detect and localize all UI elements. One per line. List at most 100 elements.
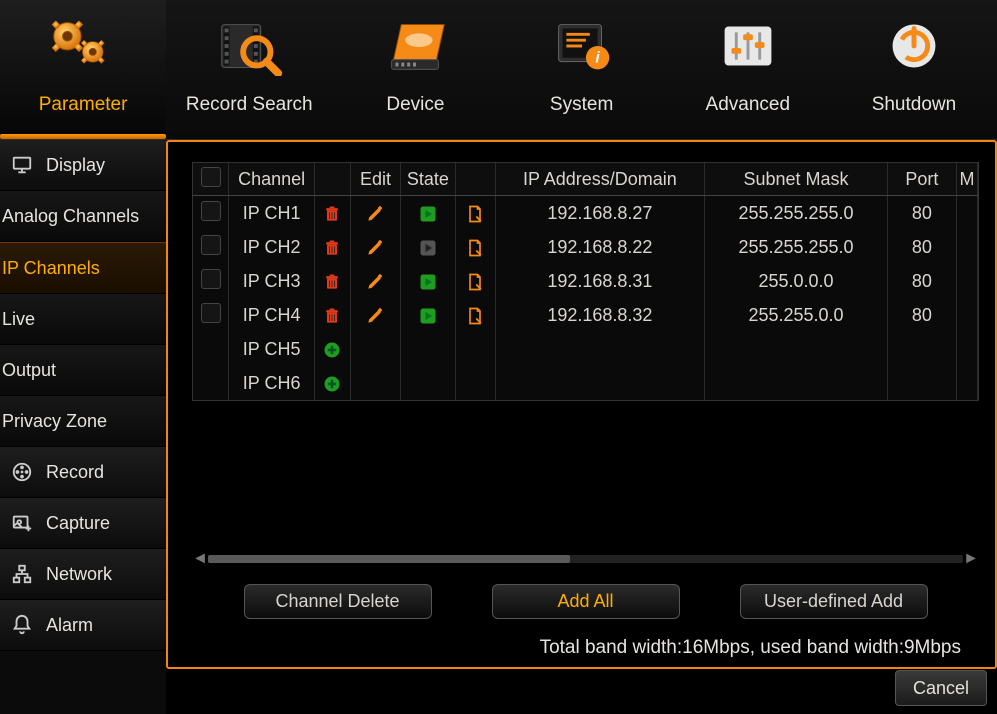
tab-label: System: [550, 94, 613, 116]
sidebar-item-privacy-zone[interactable]: Privacy Zone: [0, 396, 166, 447]
row-checkbox[interactable]: [193, 298, 229, 332]
cell-channel: IP CH1: [229, 196, 315, 231]
sidebar-item-label: Alarm: [46, 615, 93, 636]
row-checkbox[interactable]: [193, 196, 229, 231]
edit-channel-button[interactable]: [350, 264, 400, 298]
film-search-icon: [208, 14, 290, 78]
tab-record-search[interactable]: Record Search: [166, 0, 332, 139]
page-edit-button[interactable]: [455, 298, 495, 332]
sidebar-item-ip-channels[interactable]: IP Channels: [0, 242, 166, 294]
edit-channel-button[interactable]: [350, 196, 400, 231]
sidebar-item-capture[interactable]: Capture: [0, 498, 166, 549]
cell-ip: 192.168.8.22: [495, 230, 705, 264]
scroll-left-icon[interactable]: ◄: [192, 551, 208, 567]
tab-advanced[interactable]: Advanced: [665, 0, 831, 139]
sidebar-item-display[interactable]: Display: [0, 140, 166, 191]
table-header-row: Channel Edit State IP Address/Domain Sub…: [193, 163, 978, 196]
tab-device[interactable]: Device: [332, 0, 498, 139]
tab-parameter[interactable]: Parameter: [0, 0, 166, 139]
row-checkbox[interactable]: [193, 230, 229, 264]
power-icon: [873, 14, 955, 78]
cell-port: 80: [887, 196, 956, 231]
tab-label: Parameter: [39, 94, 128, 116]
header-checkbox[interactable]: [193, 163, 229, 196]
sidebar-item-label: Record: [46, 462, 104, 483]
monitor-icon: [10, 153, 34, 177]
active-tab-underline: [0, 134, 166, 139]
table-row: IP CH3192.168.8.31255.0.0.080: [193, 264, 978, 298]
scrollbar-thumb[interactable]: [208, 555, 570, 563]
page-edit-button[interactable]: [455, 264, 495, 298]
state-indicator[interactable]: [401, 230, 456, 264]
state-indicator[interactable]: [401, 298, 456, 332]
sidebar-item-label: Capture: [46, 513, 110, 534]
cell-mask: 255.0.0.0: [705, 264, 887, 298]
header-m: M: [956, 163, 977, 196]
header-channel: Channel: [229, 163, 315, 196]
cell-ip: 192.168.8.32: [495, 298, 705, 332]
sidebar-item-output[interactable]: Output: [0, 345, 166, 396]
state-indicator[interactable]: [401, 264, 456, 298]
table-row: IP CH1192.168.8.27255.255.255.080: [193, 196, 978, 231]
system-info-icon: i: [541, 14, 623, 78]
header-edit: Edit: [350, 163, 400, 196]
sidebar-item-alarm[interactable]: Alarm: [0, 600, 166, 651]
tab-label: Device: [386, 94, 444, 116]
sidebar-item-label: Display: [46, 155, 105, 176]
cell-port: 80: [887, 298, 956, 332]
channel-delete-button[interactable]: Channel Delete: [244, 584, 432, 619]
network-icon: [10, 562, 34, 586]
table-row: IP CH2192.168.8.22255.255.255.080: [193, 230, 978, 264]
svg-text:i: i: [595, 50, 600, 67]
state-indicator[interactable]: [401, 196, 456, 231]
cell-ip: 192.168.8.31: [495, 264, 705, 298]
table-row: IP CH6: [193, 366, 978, 400]
page-edit-button[interactable]: [455, 196, 495, 231]
sidebar-item-live[interactable]: Live: [0, 294, 166, 345]
main-area: Channel Edit State IP Address/Domain Sub…: [166, 140, 997, 714]
delete-channel-button[interactable]: [315, 230, 351, 264]
table-row: IP CH4 192.168.8.32255.255.0.080: [193, 298, 978, 332]
cell-port: 80: [887, 230, 956, 264]
cell-channel: IP CH6: [229, 366, 315, 400]
tab-label: Advanced: [706, 94, 791, 116]
cell-channel: IP CH4: [229, 298, 315, 332]
sliders-icon: [707, 14, 789, 78]
hdd-icon: [374, 14, 456, 78]
sidebar-item-label: Analog Channels: [2, 206, 139, 227]
add-channel-button[interactable]: [315, 366, 351, 400]
sidebar-item-label: Network: [46, 564, 112, 585]
header-delete: [315, 163, 351, 196]
scroll-right-icon[interactable]: ►: [963, 551, 979, 567]
delete-channel-button[interactable]: [315, 196, 351, 231]
scrollbar-track[interactable]: [208, 555, 963, 563]
delete-channel-button[interactable]: [315, 264, 351, 298]
channel-table: Channel Edit State IP Address/Domain Sub…: [192, 162, 979, 401]
cancel-button[interactable]: Cancel: [895, 670, 987, 706]
cell-port: 80: [887, 264, 956, 298]
sidebar-item-analog-channels[interactable]: Analog Channels: [0, 191, 166, 242]
sidebar-item-record[interactable]: Record: [0, 447, 166, 498]
edit-channel-button[interactable]: [350, 230, 400, 264]
tab-system[interactable]: i System: [499, 0, 665, 139]
user-defined-add-button[interactable]: User-defined Add: [740, 584, 928, 619]
delete-channel-button[interactable]: [315, 298, 351, 332]
cell-mask: 255.255.0.0: [705, 298, 887, 332]
add-channel-button[interactable]: [315, 332, 351, 366]
table-row: IP CH5: [193, 332, 978, 366]
row-checkbox[interactable]: [193, 264, 229, 298]
button-row: Channel Delete Add All User-defined Add: [192, 584, 979, 619]
image-plus-icon: [10, 511, 34, 535]
ip-channels-panel: Channel Edit State IP Address/Domain Sub…: [166, 140, 997, 669]
tab-shutdown[interactable]: Shutdown: [831, 0, 997, 139]
sidebar: Display Analog Channels IP Channels Live…: [0, 140, 166, 714]
header-page: [455, 163, 495, 196]
edit-channel-button[interactable]: [350, 298, 400, 332]
cell-mask: 255.255.255.0: [705, 196, 887, 231]
horizontal-scrollbar[interactable]: ◄ ►: [192, 548, 979, 570]
page-edit-button[interactable]: [455, 230, 495, 264]
header-port: Port: [887, 163, 956, 196]
header-ip: IP Address/Domain: [495, 163, 705, 196]
add-all-button[interactable]: Add All: [492, 584, 680, 619]
sidebar-item-network[interactable]: Network: [0, 549, 166, 600]
